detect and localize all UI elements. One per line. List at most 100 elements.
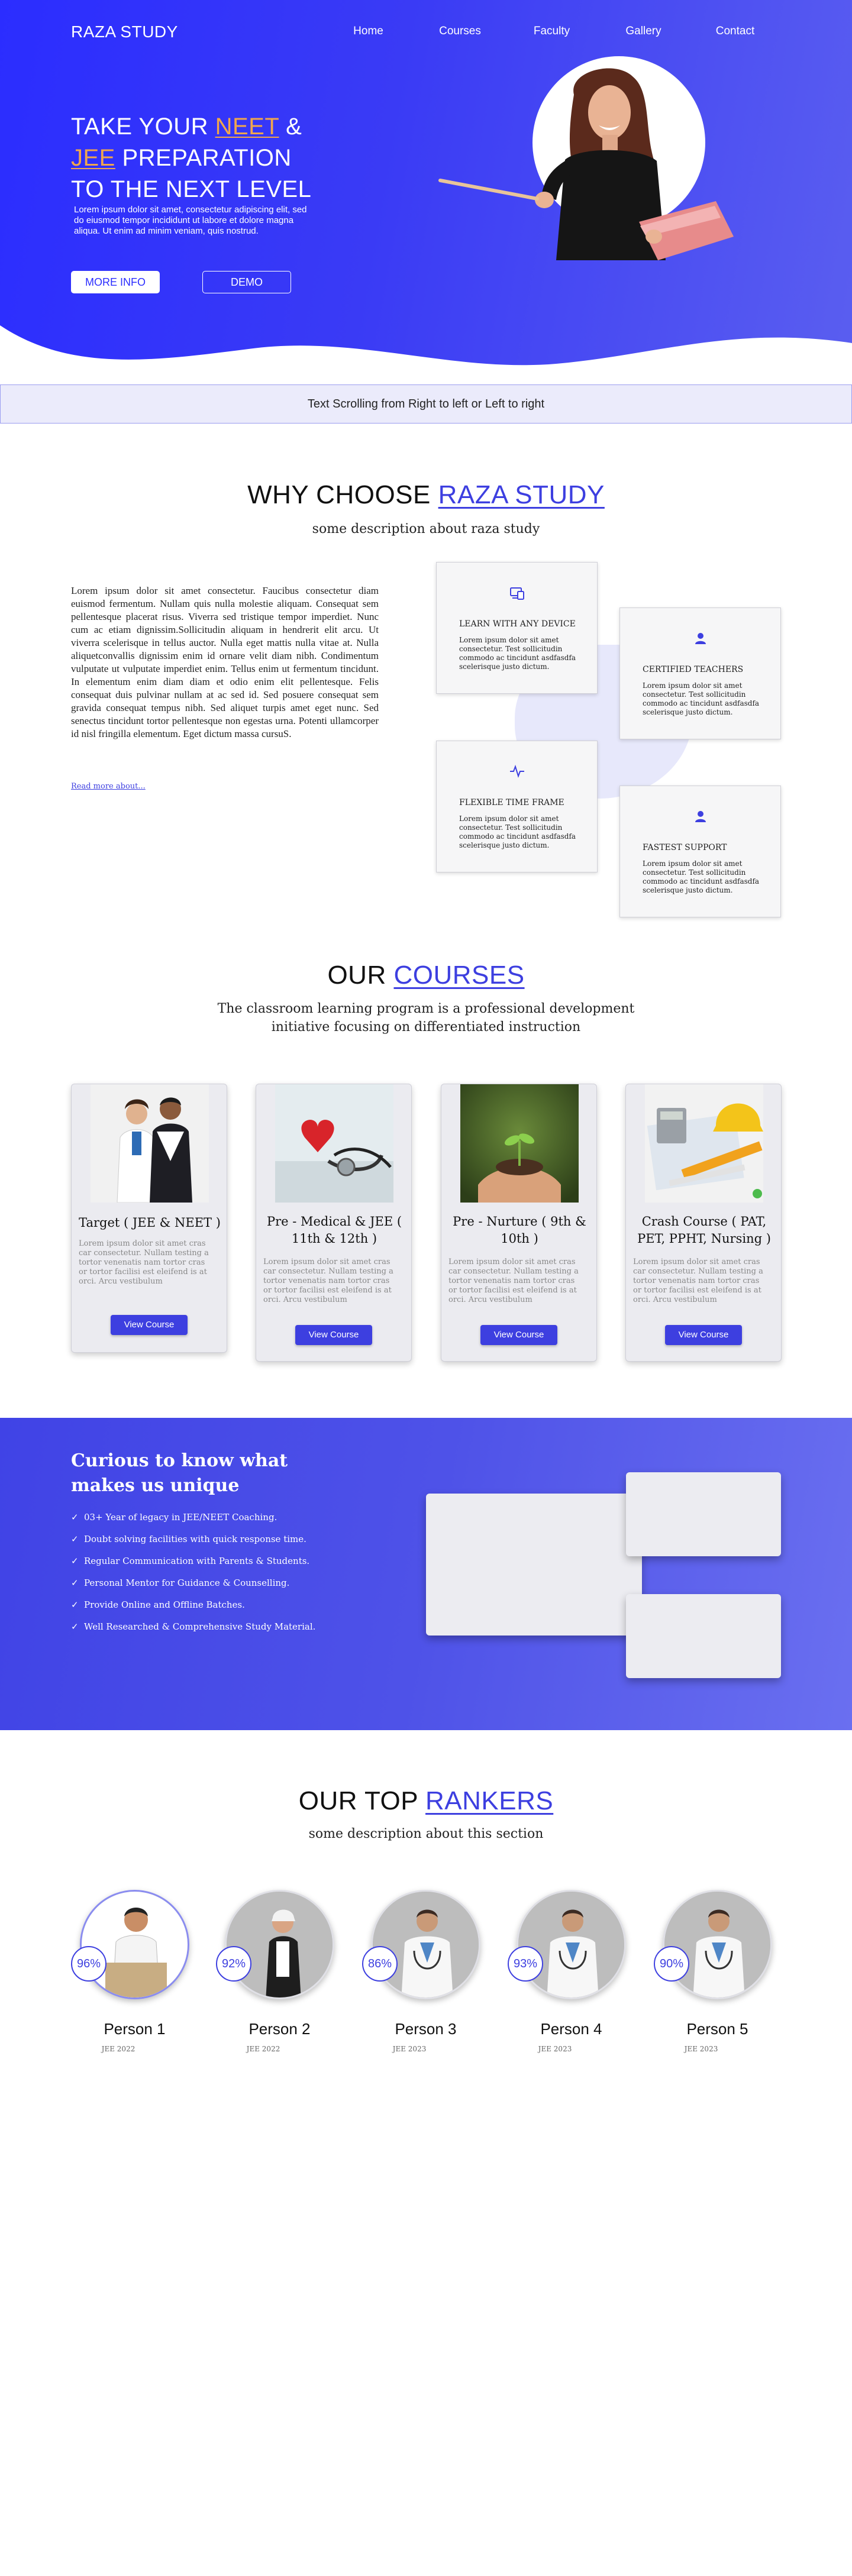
hero-title-neet: NEET bbox=[215, 114, 279, 140]
ranker-year: JEE 2023 bbox=[684, 2045, 718, 2053]
feature-title: LEARN WITH ANY DEVICE bbox=[459, 619, 576, 629]
ranker-name: Person 1 bbox=[104, 2020, 166, 2038]
hero-student-illustration bbox=[438, 68, 734, 260]
view-course-button[interactable]: View Course bbox=[295, 1325, 372, 1345]
view-course-button[interactable]: View Course bbox=[480, 1325, 557, 1345]
courses-title-prefix: OUR bbox=[327, 961, 394, 990]
scrolling-ticker: Text Scrolling from Right to left or Lef… bbox=[0, 384, 852, 424]
feature-card-teachers: CERTIFIED TEACHERS Lorem ipsum dolor sit… bbox=[619, 607, 781, 739]
read-more-link[interactable]: Read more about... bbox=[71, 782, 146, 791]
rank-percent-badge: 86% bbox=[362, 1946, 398, 1982]
why-subtitle: some description about raza study bbox=[312, 522, 540, 536]
feature-card-time: FLEXIBLE TIME FRAME Lorem ipsum dolor si… bbox=[436, 741, 598, 872]
point-text: Doubt solving facilities with quick resp… bbox=[84, 1534, 306, 1544]
course-title: Crash Course ( PAT, PET, PPHT, Nursing ) bbox=[637, 1214, 771, 1246]
stethoscope-heart-photo bbox=[275, 1084, 393, 1203]
ranker-name: Person 5 bbox=[686, 2020, 748, 2038]
unique-card-bottom bbox=[626, 1594, 781, 1678]
feature-desc: Lorem ipsum dolor sit amet consectetur. … bbox=[643, 859, 760, 894]
nav-home[interactable]: Home bbox=[322, 25, 414, 38]
person-icon bbox=[620, 810, 780, 826]
hero-title-line3: TO THE NEXT LEVEL bbox=[71, 176, 312, 202]
course-card: Pre - Nurture ( 9th & 10th ) Lorem ipsum… bbox=[441, 1084, 597, 1362]
engineering-tools-photo bbox=[645, 1084, 763, 1203]
avatar bbox=[80, 1890, 189, 1999]
hero-wave-divider bbox=[0, 325, 852, 379]
nav-courses[interactable]: Courses bbox=[414, 25, 506, 38]
course-desc: Lorem ipsum dolor sit amet cras car cons… bbox=[79, 1239, 209, 1286]
avatar bbox=[663, 1890, 772, 1999]
ranker-name: Person 3 bbox=[395, 2020, 457, 2038]
demo-button[interactable]: DEMO bbox=[202, 271, 291, 293]
more-info-button[interactable]: MORE INFO bbox=[71, 271, 160, 293]
point-text: Provide Online and Offline Batches. bbox=[84, 1599, 245, 1610]
person-icon bbox=[620, 632, 780, 648]
check-icon: ✓ bbox=[71, 1578, 79, 1588]
unique-points-list: ✓ 03+ Year of legacy in JEE/NEET Coaching… bbox=[71, 1507, 315, 1638]
avatar bbox=[371, 1890, 480, 1999]
avatar bbox=[517, 1890, 626, 1999]
feature-desc: Lorem ipsum dolor sit amet consectetur. … bbox=[459, 636, 576, 671]
doctors-photo bbox=[91, 1084, 209, 1203]
point-text: Well Researched & Comprehensive Study Ma… bbox=[84, 1621, 316, 1632]
hero-title-jee: JEE bbox=[71, 145, 115, 171]
list-item: ✓ Provide Online and Offline Batches. bbox=[71, 1594, 315, 1616]
point-text: 03+ Year of legacy in JEE/NEET Coaching. bbox=[84, 1512, 277, 1523]
rankers-subtitle: some description about this section bbox=[308, 1827, 544, 1841]
courses-subtitle: The classroom learning program is a prof… bbox=[217, 1001, 635, 1035]
courses-section-title: OUR COURSES bbox=[0, 961, 852, 990]
ranker-name: Person 2 bbox=[248, 2020, 311, 2038]
pulse-icon bbox=[437, 764, 597, 781]
feature-title: FLEXIBLE TIME FRAME bbox=[459, 798, 564, 807]
list-item: ✓ Doubt solving facilities with quick res… bbox=[71, 1528, 315, 1550]
avatar bbox=[225, 1890, 334, 1999]
nav-contact[interactable]: Contact bbox=[689, 25, 781, 38]
hero-title-amp: & bbox=[279, 114, 302, 140]
why-title-highlight: RAZA STUDY bbox=[438, 480, 605, 509]
ranker-year: JEE 2022 bbox=[101, 2045, 135, 2053]
unique-section: Curious to know what makes us unique ✓ 03… bbox=[0, 1418, 852, 1730]
rank-percent-badge: 92% bbox=[216, 1946, 251, 1982]
view-course-button[interactable]: View Course bbox=[111, 1315, 188, 1335]
hero-title: TAKE YOUR NEET & JEE PREPARATION TO THE … bbox=[71, 111, 355, 205]
ranker-year: JEE 2022 bbox=[246, 2045, 280, 2053]
hero-section: RAZA STUDY Home Courses Faculty Gallery … bbox=[0, 0, 852, 379]
devices-icon bbox=[437, 586, 597, 603]
rank-percent-badge: 90% bbox=[654, 1946, 689, 1982]
why-title-prefix: WHY CHOOSE bbox=[247, 480, 438, 509]
unique-title: Curious to know what makes us unique bbox=[71, 1450, 288, 1496]
rankers-title-highlight: RANKERS bbox=[425, 1786, 554, 1815]
course-card: Crash Course ( PAT, PET, PPHT, Nursing )… bbox=[625, 1084, 782, 1362]
hero-description: Lorem ipsum dolor sit amet, consectetur … bbox=[74, 205, 307, 236]
rank-percent-badge: 96% bbox=[71, 1946, 106, 1982]
list-item: ✓ Regular Communication with Parents & St… bbox=[71, 1550, 315, 1572]
feature-card-device: LEARN WITH ANY DEVICE Lorem ipsum dolor … bbox=[436, 562, 598, 694]
unique-card-large bbox=[426, 1494, 642, 1636]
course-title: Target ( JEE & NEET ) bbox=[79, 1216, 221, 1230]
check-icon: ✓ bbox=[71, 1556, 79, 1566]
view-course-button[interactable]: View Course bbox=[665, 1325, 742, 1345]
nav-gallery[interactable]: Gallery bbox=[598, 25, 689, 38]
ranker-year: JEE 2023 bbox=[538, 2045, 572, 2053]
seedling-hands-photo bbox=[460, 1084, 579, 1203]
nav-faculty[interactable]: Faculty bbox=[506, 25, 598, 38]
check-icon: ✓ bbox=[71, 1512, 79, 1523]
feature-desc: Lorem ipsum dolor sit amet consectetur. … bbox=[643, 681, 760, 716]
hero-title-prep: PREPARATION bbox=[115, 145, 292, 171]
point-text: Regular Communication with Parents & Stu… bbox=[84, 1556, 310, 1566]
hero-title-text: TAKE YOUR bbox=[71, 114, 215, 140]
unique-card-top bbox=[626, 1472, 781, 1556]
rankers-title-prefix: OUR TOP bbox=[298, 1786, 426, 1815]
list-item: ✓ Personal Mentor for Guidance & Counsell… bbox=[71, 1572, 315, 1594]
course-desc: Lorem ipsum dolor sit amet cras car cons… bbox=[448, 1258, 579, 1304]
list-item: ✓ Well Researched & Comprehensive Study M… bbox=[71, 1616, 315, 1638]
courses-title-highlight: COURSES bbox=[393, 961, 525, 990]
feature-title: FASTEST SUPPORT bbox=[643, 843, 727, 852]
check-icon: ✓ bbox=[71, 1621, 79, 1632]
brand-logo[interactable]: RAZA STUDY bbox=[71, 22, 178, 41]
list-item: ✓ 03+ Year of legacy in JEE/NEET Coaching… bbox=[71, 1507, 315, 1528]
rank-percent-badge: 93% bbox=[508, 1946, 543, 1982]
feature-card-support: FASTEST SUPPORT Lorem ipsum dolor sit am… bbox=[619, 786, 781, 917]
why-body-text: Lorem ipsum dolor sit amet consectetur. … bbox=[71, 585, 379, 739]
ranker-name: Person 4 bbox=[540, 2020, 602, 2038]
